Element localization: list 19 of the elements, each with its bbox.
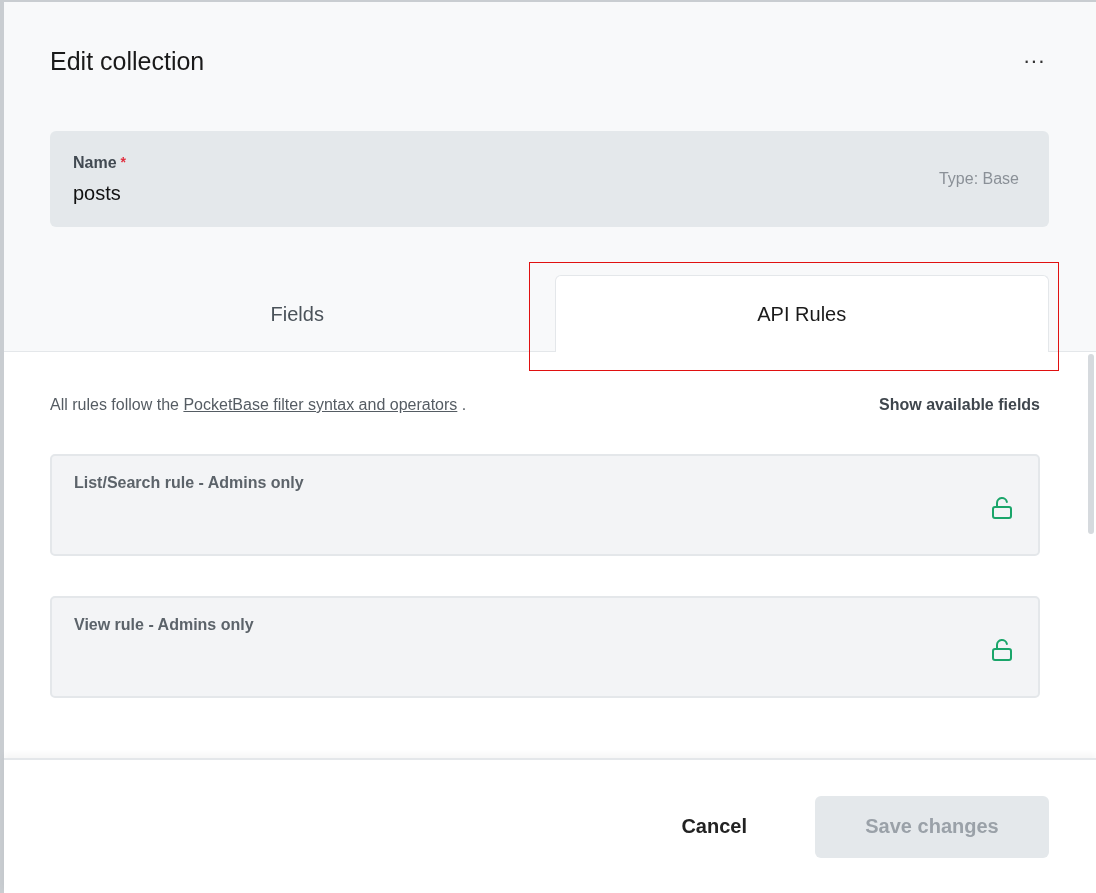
unlocked-lock-icon[interactable]	[990, 638, 1014, 662]
tab[interactable]: Fields	[50, 275, 545, 352]
field-label: Name *	[73, 153, 128, 172]
rule-field[interactable]: View rule - Admins only	[50, 596, 1040, 698]
rule-field[interactable]: List/Search rule - Admins only	[50, 454, 1040, 556]
rule-label: View rule - Admins only	[74, 616, 254, 635]
panel-title: Edit collection	[50, 46, 205, 76]
tab[interactable]: API Rules	[554, 275, 1049, 352]
rules-note: All rules follow the PocketBase filter syntax and operators .	[50, 396, 467, 414]
name-input[interactable]: posts	[73, 181, 373, 205]
name-field[interactable]: Name * posts Type: Base	[50, 131, 1049, 227]
cancel-button[interactable]: Cancel	[675, 814, 753, 839]
show-fields-button[interactable]: Show available fields	[879, 396, 1040, 414]
unlocked-lock-icon[interactable]	[990, 496, 1014, 520]
type-label: Type: Base	[938, 170, 1019, 188]
scrollbar[interactable]	[1088, 354, 1094, 534]
rule-label: List/Search rule - Admins only	[74, 474, 304, 493]
more-menu-button[interactable]: ···	[1015, 48, 1053, 74]
filter-syntax-link[interactable]: PocketBase filter syntax and operators	[183, 396, 458, 413]
